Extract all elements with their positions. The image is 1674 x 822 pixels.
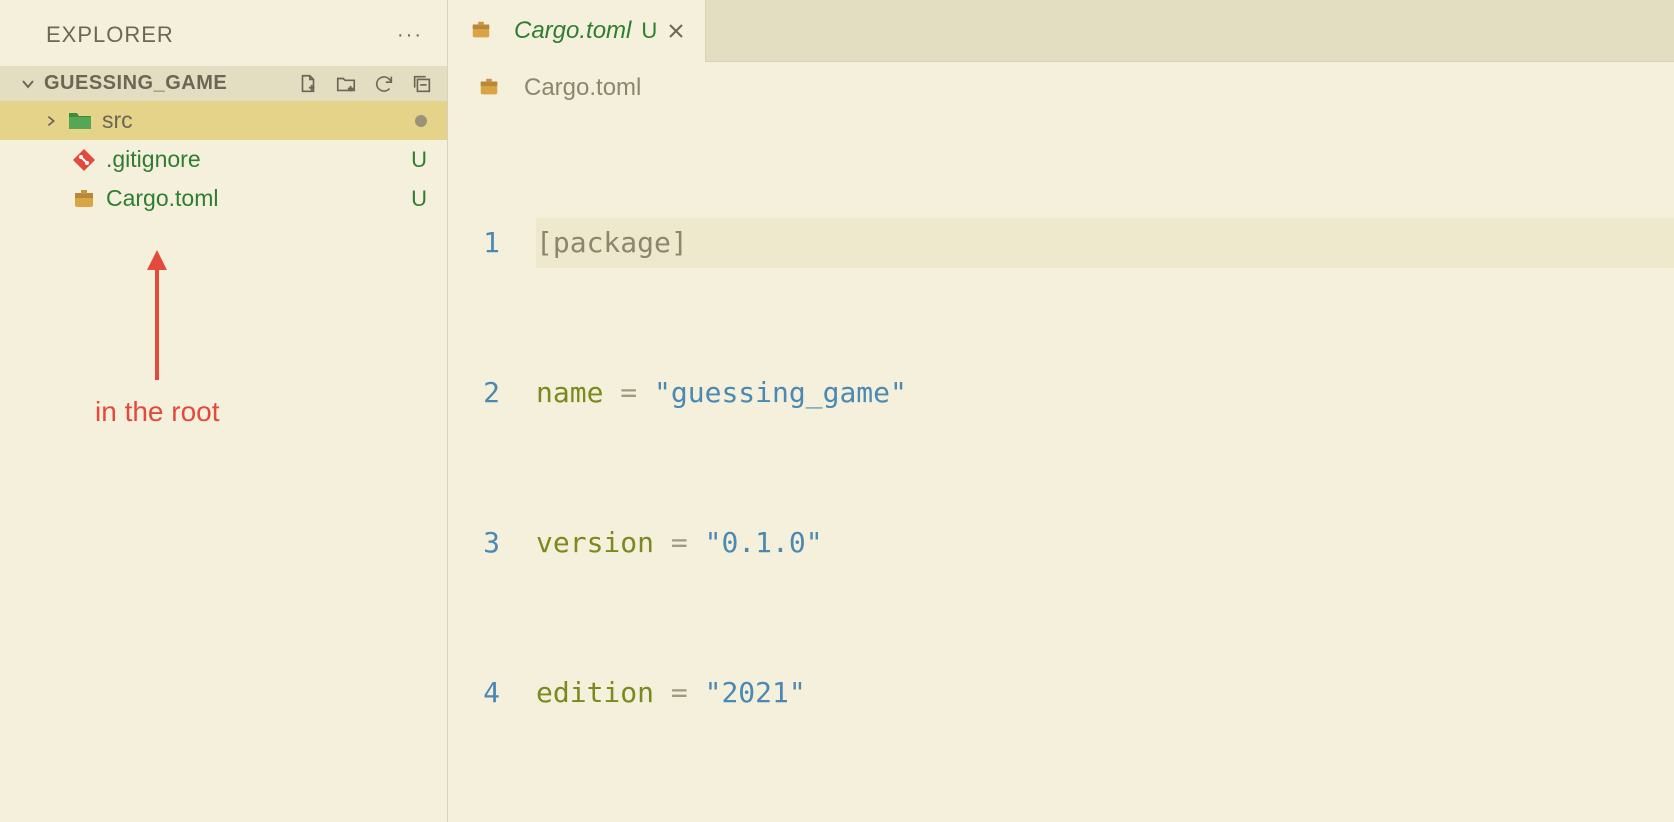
- collapse-all-icon[interactable]: [411, 73, 433, 95]
- new-folder-icon[interactable]: [335, 73, 357, 95]
- line-number: 2: [448, 368, 500, 418]
- git-status-letter: U: [411, 147, 427, 173]
- line-number: 1: [448, 218, 500, 268]
- tab-bar: Cargo.toml U: [448, 0, 1674, 62]
- breadcrumb-label: Cargo.toml: [524, 74, 641, 102]
- arrow-icon: [137, 250, 177, 390]
- line-number: 4: [448, 668, 500, 718]
- annotation: in the root: [95, 250, 220, 428]
- explorer-title: EXPLORER: [46, 22, 174, 48]
- tree-item-label: Cargo.toml: [106, 185, 411, 212]
- code-line: version = "0.1.0": [536, 518, 1674, 568]
- line-number: 3: [448, 518, 500, 568]
- code-line: [package]: [536, 218, 1674, 268]
- cargo-icon: [72, 187, 96, 211]
- tree-item-src[interactable]: src: [0, 101, 447, 140]
- folder-icon: [68, 109, 92, 133]
- code-line: [536, 818, 1674, 822]
- code-editor[interactable]: 1 2 3 4 5 6 7 8 9 [package] name = "gues…: [448, 114, 1674, 822]
- line-gutter: 1 2 3 4 5 6 7 8 9: [448, 118, 536, 822]
- new-file-icon[interactable]: [297, 73, 319, 95]
- tab-bar-filler: [706, 0, 1674, 62]
- close-icon[interactable]: [667, 22, 685, 40]
- chevron-down-icon: [20, 76, 36, 92]
- tree-item-label: .gitignore: [106, 146, 411, 173]
- modified-dot-icon: [415, 115, 427, 127]
- annotation-text: in the root: [95, 396, 220, 428]
- project-actions: [297, 73, 433, 95]
- project-header[interactable]: GUESSING_GAME: [0, 66, 447, 101]
- cargo-icon: [470, 19, 494, 43]
- chevron-right-icon: [44, 114, 58, 128]
- explorer-sidebar: EXPLORER ··· GUESSING_GAME: [0, 0, 448, 822]
- tree-item-gitignore[interactable]: .gitignore U: [0, 140, 447, 179]
- explorer-header: EXPLORER ···: [0, 0, 447, 66]
- tab-mod-letter: U: [641, 18, 657, 44]
- editor-pane: Cargo.toml U Cargo.toml 1 2 3 4 5 6 7 8 …: [448, 0, 1674, 822]
- tab-label: Cargo.toml: [514, 17, 631, 45]
- git-icon: [72, 148, 96, 172]
- code-line: name = "guessing_game": [536, 368, 1674, 418]
- tab-cargo-toml[interactable]: Cargo.toml U: [448, 0, 706, 62]
- code-content[interactable]: [package] name = "guessing_game" version…: [536, 118, 1674, 822]
- refresh-icon[interactable]: [373, 73, 395, 95]
- code-line: edition = "2021": [536, 668, 1674, 718]
- explorer-more-icon[interactable]: ···: [397, 24, 423, 47]
- project-name: GUESSING_GAME: [44, 72, 227, 95]
- git-status-letter: U: [411, 186, 427, 212]
- cargo-icon: [478, 76, 502, 100]
- breadcrumb[interactable]: Cargo.toml: [448, 62, 1674, 114]
- project-header-left: GUESSING_GAME: [20, 72, 227, 95]
- tree-item-cargo-toml[interactable]: Cargo.toml U: [0, 179, 447, 218]
- tree-item-label: src: [102, 107, 415, 134]
- file-tree: src .gitignore U Cargo.toml U: [0, 101, 447, 218]
- line-number: 5: [448, 818, 500, 822]
